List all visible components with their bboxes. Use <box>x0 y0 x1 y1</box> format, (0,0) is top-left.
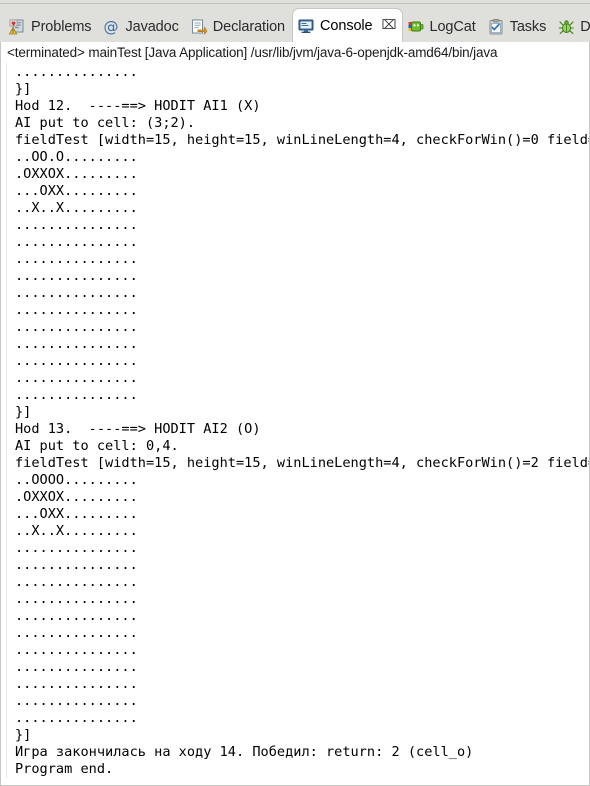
console-line: ............... <box>15 557 138 573</box>
console-icon <box>298 18 314 34</box>
console-line: ............... <box>15 319 138 335</box>
view-tab-bar: Problems @ Javadoc Declaration Console ⌧… <box>0 4 590 42</box>
tab-debug[interactable]: Debu <box>553 12 590 42</box>
console-line: }] <box>15 404 32 420</box>
console-line: ............... <box>15 540 138 556</box>
console-line: ............... <box>15 591 138 607</box>
tab-label: Declaration <box>212 19 286 35</box>
console-line: ...OXX......... <box>15 506 138 522</box>
console-line-list: ...............}] Hod 12. ----==> HODIT A… <box>15 64 589 778</box>
console-line: ............... <box>15 659 138 675</box>
tab-console[interactable]: Console ⌧ <box>292 8 403 42</box>
console-line: ............... <box>15 625 138 641</box>
tab-label: Javadoc <box>125 19 179 35</box>
tab-javadoc[interactable]: @ Javadoc <box>98 12 185 42</box>
tasks-icon <box>488 19 504 35</box>
console-line: ............... <box>15 285 138 301</box>
console-line: ............... <box>15 234 138 250</box>
console-line: ...OXX......... <box>15 183 138 199</box>
console-line: ............... <box>15 268 138 284</box>
problems-icon <box>9 19 25 35</box>
tab-problems[interactable]: Problems <box>4 12 98 42</box>
console-left-rule <box>6 63 7 778</box>
console-process-header: <terminated> mainTest [Java Application]… <box>7 45 498 60</box>
console-line: .OXXOX......... <box>15 489 138 505</box>
logcat-icon <box>408 19 424 35</box>
console-line: AI put to cell: 0,4. <box>15 438 179 454</box>
console-line: ............... <box>15 370 138 386</box>
javadoc-icon: @ <box>103 19 119 35</box>
console-line: ............... <box>15 676 138 692</box>
console-line: ............... <box>15 302 138 318</box>
tab-label: Debu <box>580 19 590 35</box>
svg-text:@: @ <box>104 19 119 35</box>
close-icon[interactable]: ⌧ <box>382 19 397 32</box>
tab-tasks[interactable]: Tasks <box>483 12 554 42</box>
declaration-icon <box>191 19 207 35</box>
console-line: fieldTest [width=15, height=15, winLineL… <box>15 455 590 471</box>
console-line: ............... <box>15 64 138 80</box>
console-line: ............... <box>15 710 138 726</box>
console-line: ..X..X......... <box>15 523 138 539</box>
console-line: }] <box>15 727 32 743</box>
console-line: ..X..X......... <box>15 200 138 216</box>
console-line: ............... <box>15 336 138 352</box>
console-line: Program end. <box>15 761 114 777</box>
tab-declaration[interactable]: Declaration <box>186 12 292 42</box>
console-line: ............... <box>15 608 138 624</box>
console-line: AI put to cell: (3;2). <box>15 115 196 131</box>
console-line: ............... <box>15 251 138 267</box>
tab-label: Console <box>320 17 373 34</box>
console-line: Игра закончилась на ходу 14. Победил: re… <box>15 744 474 760</box>
console-line: Hod 13. ----==> HODIT AI2 (O) <box>15 421 261 437</box>
debug-icon <box>558 19 574 35</box>
console-view[interactable]: <terminated> mainTest [Java Application]… <box>0 42 590 786</box>
console-line: ..OO.O......... <box>15 149 138 165</box>
console-output[interactable]: ...............}] Hod 12. ----==> HODIT A… <box>1 63 589 778</box>
console-line: ............... <box>15 353 138 369</box>
console-line: ............... <box>15 387 138 403</box>
console-line: ............... <box>15 217 138 233</box>
tab-label: Problems <box>31 19 92 35</box>
console-line: fieldTest [width=15, height=15, winLineL… <box>15 132 590 148</box>
console-line: }] <box>15 81 32 97</box>
console-line: ..OOOO......... <box>15 472 138 488</box>
tab-logcat[interactable]: LogCat <box>403 12 483 42</box>
console-line: Hod 12. ----==> HODIT AI1 (X) <box>15 98 261 114</box>
tab-label: Tasks <box>509 19 547 35</box>
console-line: ............... <box>15 693 138 709</box>
console-line: ............... <box>15 574 138 590</box>
console-line: ............... <box>15 642 138 658</box>
console-line: .OXXOX......... <box>15 166 138 182</box>
tab-label: LogCat <box>429 19 476 35</box>
